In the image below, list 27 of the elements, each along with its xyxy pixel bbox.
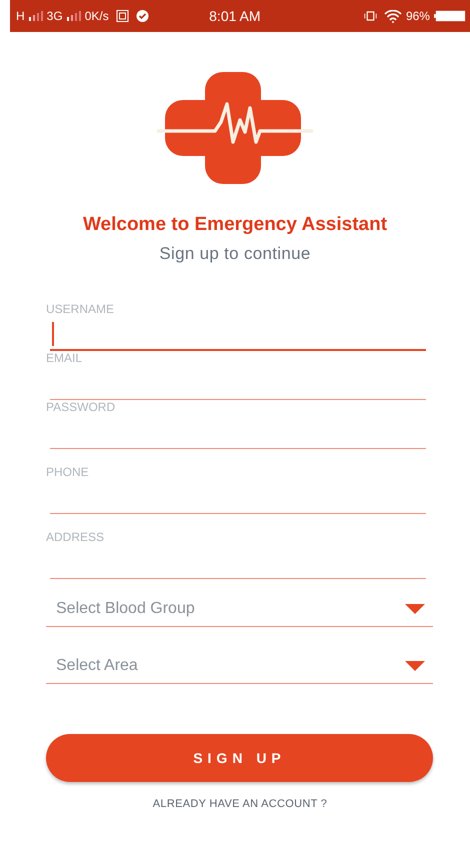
field-label: EMAIL	[46, 351, 84, 367]
login-link[interactable]: ALREADY HAVE AN ACCOUNT ?	[152, 798, 328, 810]
field-label: ADDRESS	[46, 530, 106, 546]
input-field[interactable]	[50, 320, 426, 351]
welcome-title: Welcome to Emergency Assistant	[82, 214, 388, 236]
battery-percent: 96%	[406, 9, 430, 23]
vibrate-icon	[364, 10, 377, 22]
dropdown-arrow-icon	[405, 660, 425, 670]
signal-icon	[66, 11, 81, 21]
clock: 8:01 AM	[209, 8, 262, 24]
network-type: 3G	[46, 9, 63, 23]
subtitle: Sign up to continue	[159, 244, 311, 264]
wifi-icon	[384, 10, 402, 22]
text-cursor	[52, 322, 54, 346]
field-label: PASSWORD	[46, 400, 116, 416]
sim-icon	[116, 10, 129, 22]
check-icon	[136, 10, 149, 22]
dropdown[interactable]: Select Area	[46, 648, 433, 684]
sign-up-button[interactable]: SIGN UP	[46, 734, 433, 782]
dropdown-arrow-icon	[405, 604, 425, 614]
field-label: PHONE	[46, 465, 90, 481]
signal-icon	[28, 11, 43, 21]
network-type: H	[16, 9, 25, 23]
field-label: USERNAME	[46, 302, 116, 318]
dropdown[interactable]: Select Blood Group	[46, 591, 433, 627]
battery-icon	[434, 10, 466, 22]
network-speed: 0K/s	[84, 9, 109, 23]
